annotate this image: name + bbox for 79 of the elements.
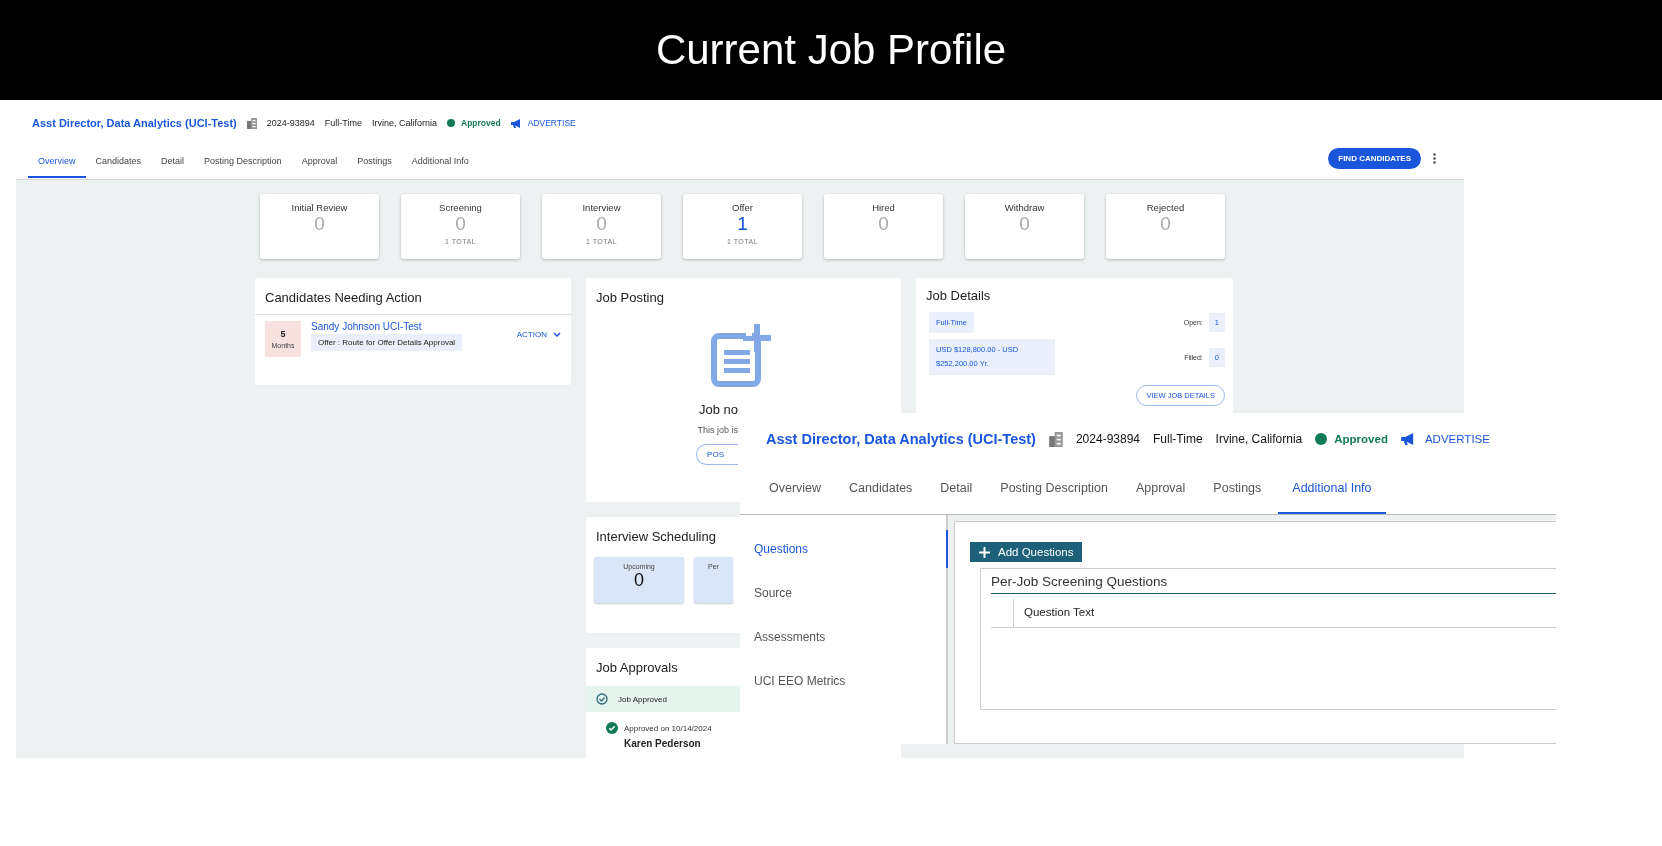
stage-count: 0 [314, 213, 325, 235]
interview-count: 0 [634, 570, 644, 591]
tab[interactable]: Approval [291, 148, 348, 178]
job-title: Asst Director, Data Analytics (UCI-Test) [32, 117, 237, 129]
check-badge-icon [606, 722, 618, 734]
stage-count: 0 [878, 213, 889, 235]
megaphone-icon [1400, 433, 1416, 445]
card-title: Job Posting [596, 290, 664, 305]
card-title: Interview Scheduling [596, 529, 716, 544]
tab[interactable]: Detail [151, 148, 195, 178]
panel-title: Per-Job Screening Questions [991, 574, 1168, 589]
tab[interactable]: Approval [1125, 477, 1197, 514]
approver-name: Karen Pederson [623, 738, 702, 749]
chevron-icon [553, 331, 561, 338]
find-candidates-button[interactable]: FIND CANDIDATES [1328, 147, 1421, 169]
job-type: Full-Time [1153, 432, 1203, 446]
stage-card[interactable]: Initial Review 0 [260, 194, 379, 259]
stage-label: Rejected [1146, 202, 1185, 213]
stage-count: 0 [1019, 213, 1030, 235]
stage-label: Withdraw [1004, 202, 1045, 213]
stage-count: 1 [737, 213, 748, 235]
plus-icon [979, 546, 990, 558]
stage-card[interactable]: Rejected 0 [1106, 194, 1225, 259]
column-header: Question Text [1023, 605, 1095, 620]
candidate-status: Offer : Route for Offer Details Approval [311, 334, 463, 351]
stage-count: 0 [455, 213, 466, 235]
tab[interactable]: Postings [1202, 477, 1273, 514]
job-code: 2024-93894 [266, 118, 315, 128]
posting-heading: Job no [698, 402, 738, 417]
duration-value: 5 [280, 329, 286, 339]
status-dot-icon [1315, 433, 1328, 445]
tab[interactable]: Posting Description [194, 148, 292, 178]
slide-title: Current Job Profile [655, 26, 1007, 74]
stage-label: Hired [872, 202, 895, 213]
card-title: Job Approvals [596, 660, 678, 675]
check-circle-icon [596, 693, 608, 705]
job-status: Approved [1334, 433, 1388, 445]
sidebar-item[interactable]: Assessments [740, 628, 948, 647]
stage-count: 0 [1160, 213, 1171, 235]
tab[interactable]: Overview [28, 148, 86, 178]
job-status: Approved [461, 118, 501, 128]
advertise-link[interactable]: ADVERTISE [1424, 433, 1490, 445]
tab[interactable]: Additional Info [401, 148, 479, 178]
stage-count: 0 [596, 213, 607, 235]
job-location: Irvine, California [372, 118, 438, 128]
action-dropdown[interactable]: ACTION [516, 330, 561, 339]
tab[interactable]: Detail [929, 477, 984, 514]
building-icon [1048, 431, 1063, 447]
approval-status: Job Approved [618, 694, 667, 704]
megaphone-icon [510, 118, 522, 128]
candidate-name-link[interactable]: Sandy Johnson UCI-Test [311, 321, 463, 332]
stage-card[interactable]: Hired 0 [824, 194, 943, 259]
stage-label: Offer [732, 202, 753, 213]
tab[interactable]: Overview [758, 477, 833, 514]
card-title: Job Details [926, 288, 991, 303]
tab[interactable]: Candidates [85, 148, 152, 178]
approval-date: Approved on 10/14/2024 [624, 723, 712, 733]
status-dot-icon [447, 119, 456, 127]
card-title: Candidates Needing Action [265, 290, 422, 305]
more-options-icon[interactable] [1433, 152, 1436, 164]
job-code: 2024-93894 [1075, 432, 1140, 446]
posting-text: This job is [697, 425, 738, 435]
job-title: Asst Director, Data Analytics (UCI-Test) [766, 431, 1036, 447]
tab[interactable]: Postings [347, 148, 402, 178]
tab[interactable]: Posting Description [989, 477, 1119, 514]
advertise-link[interactable]: ADVERTISE [527, 118, 576, 128]
stage-label: Initial Review [291, 202, 348, 213]
add-questions-button[interactable]: Add Questions [970, 542, 1083, 562]
sidebar-item[interactable]: Source [740, 584, 948, 603]
job-type: Full-Time [324, 118, 362, 128]
job-location: Irvine, California [1215, 432, 1303, 446]
sidebar-item[interactable]: UCI EEO Metrics [740, 672, 948, 691]
stage-card[interactable]: Withdraw 0 [965, 194, 1084, 259]
add-document-icon [710, 324, 774, 388]
stage-label: Interview [582, 202, 621, 213]
tab[interactable]: Candidates [838, 477, 924, 514]
stage-label: Screening [439, 202, 482, 213]
building-icon [246, 117, 257, 129]
post-button[interactable]: POS [696, 444, 738, 465]
